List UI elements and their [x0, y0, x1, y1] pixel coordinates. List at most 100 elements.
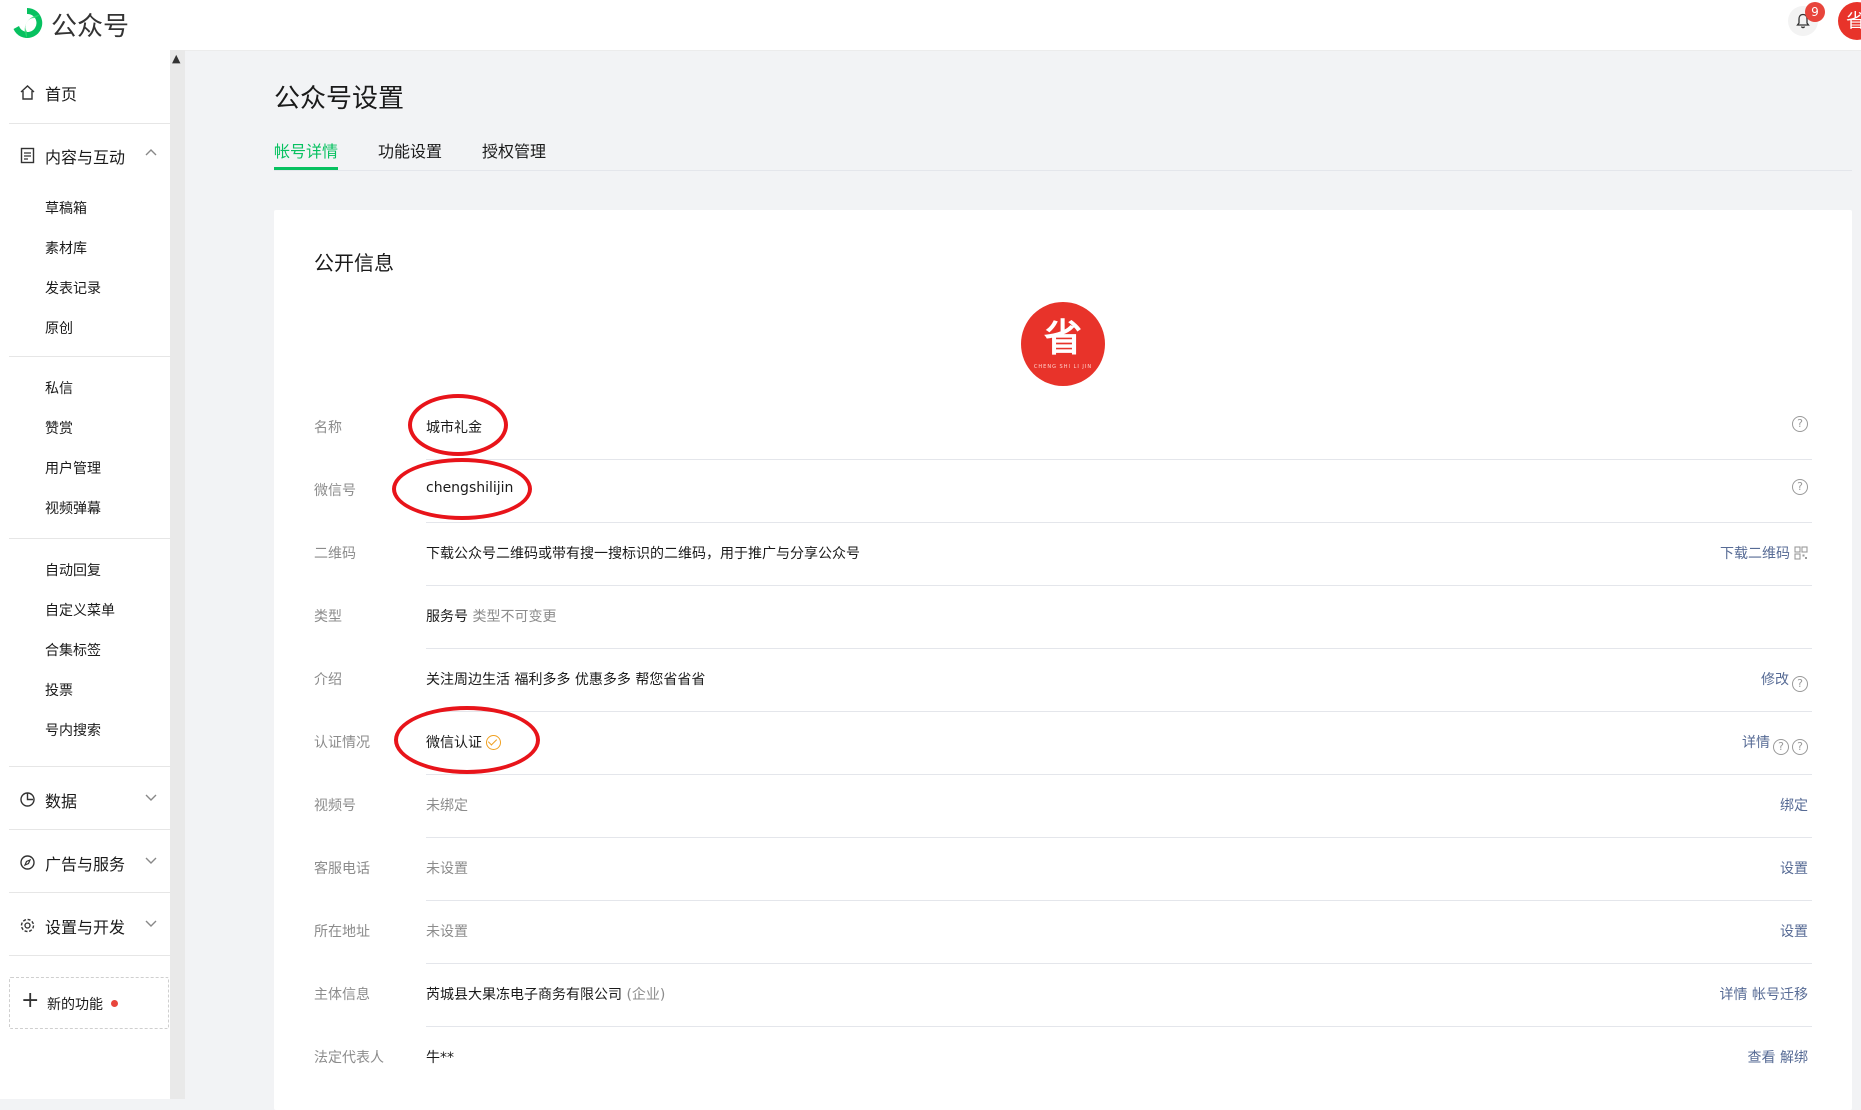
verification-text: 微信认证	[426, 735, 482, 751]
field-label: 认证情况	[314, 735, 370, 751]
legal-rep-actions: 查看 解绑	[1748, 1047, 1808, 1067]
sidebar-group-content[interactable]: 内容与互动	[0, 135, 170, 175]
tab-account-details[interactable]: 帐号详情	[274, 138, 338, 162]
row-address: 所在地址 未设置 设置	[314, 901, 1812, 964]
sidebar-item-video-danmaku[interactable]: 视频弹幕	[45, 498, 101, 518]
wechat-id-value: chengshilijin	[426, 480, 514, 496]
verification-value: 微信认证	[426, 732, 501, 752]
entity-details-link[interactable]: 详情	[1720, 987, 1748, 1003]
sidebar-item-label: 首页	[45, 85, 78, 104]
edit-label: 修改	[1761, 672, 1789, 688]
divider	[9, 892, 170, 893]
unbind-link[interactable]: 解绑	[1780, 1050, 1808, 1066]
set-address-link[interactable]: 设置	[1780, 921, 1808, 941]
row-wechat-id: 微信号 chengshilijin ?	[314, 460, 1812, 523]
section-title: 公开信息	[314, 251, 394, 275]
sidebar-item-publish-records[interactable]: 发表记录	[45, 278, 101, 298]
qrcode-icon	[1794, 546, 1808, 560]
row-qrcode: 二维码 下载公众号二维码或带有搜一搜标识的二维码，用于推广与分享公众号 下载二维…	[314, 523, 1812, 586]
download-qrcode-link[interactable]: 下载二维码	[1720, 543, 1808, 563]
tab-feature-settings[interactable]: 功能设置	[378, 138, 442, 162]
sidebar: 首页 内容与互动 草稿箱 素材库 发表记录 原创 私信 赞赏 用户管理 视频弹幕…	[0, 50, 185, 1099]
field-label: 主体信息	[314, 987, 370, 1003]
field-label: 客服电话	[314, 861, 370, 877]
sidebar-item-collection-tags[interactable]: 合集标签	[45, 640, 101, 660]
legal-rep-value: 牛**	[426, 1050, 454, 1066]
help-icon[interactable]: ?	[1792, 416, 1808, 432]
sidebar-item-original[interactable]: 原创	[45, 318, 73, 338]
document-icon	[20, 147, 35, 164]
public-info-card: 公开信息 省 CHENG SHI LI JIN 名称 城市礼金 ? 微信号 ch…	[274, 210, 1852, 1110]
help-icon[interactable]: ?	[1792, 479, 1808, 495]
channels-value: 未绑定	[426, 798, 468, 814]
verified-check-icon	[486, 735, 501, 750]
divider	[9, 356, 170, 357]
new-features-button[interactable]: + 新的功能	[9, 977, 169, 1029]
field-label: 微信号	[314, 483, 356, 499]
sidebar-group-data[interactable]: 数据	[0, 779, 170, 819]
sidebar-item-auto-reply[interactable]: 自动回复	[45, 560, 101, 580]
sidebar-item-label: 内容与互动	[45, 148, 126, 167]
sidebar-item-custom-menu[interactable]: 自定义菜单	[45, 600, 115, 620]
verification-details-link[interactable]: 详情??	[1742, 732, 1808, 755]
gear-icon	[20, 918, 35, 933]
tab-authorization[interactable]: 授权管理	[482, 138, 546, 162]
divider	[9, 538, 170, 539]
row-intro: 介绍 关注周边生活 福利多多 优惠多多 帮您省省省 修改?	[314, 649, 1812, 712]
active-tab-indicator	[274, 167, 338, 170]
sidebar-item-drafts[interactable]: 草稿箱	[45, 198, 87, 218]
new-dot-badge	[111, 1000, 118, 1007]
row-legal-rep: 法定代表人 牛** 查看 解绑	[314, 1027, 1812, 1090]
bind-channels-link[interactable]: 绑定	[1780, 795, 1808, 815]
pie-chart-icon	[20, 792, 35, 807]
sidebar-item-messages[interactable]: 私信	[45, 378, 73, 398]
field-label: 名称	[314, 420, 342, 436]
divider	[9, 829, 170, 830]
field-label: 类型	[314, 609, 342, 625]
row-channels: 视频号 未绑定 绑定	[314, 775, 1812, 838]
account-avatar-large[interactable]: 省 CHENG SHI LI JIN	[1021, 302, 1105, 386]
details-label: 详情	[1742, 735, 1770, 751]
scroll-up-arrow-icon[interactable]: ▲	[172, 52, 180, 65]
help-icon[interactable]: ?	[1773, 739, 1789, 755]
divider	[9, 766, 170, 767]
sidebar-item-in-account-search[interactable]: 号内搜索	[45, 720, 101, 740]
edit-intro-link[interactable]: 修改?	[1761, 669, 1808, 692]
home-icon	[20, 85, 35, 100]
sidebar-group-ads[interactable]: 广告与服务	[0, 842, 170, 882]
row-entity: 主体信息 芮城县大果冻电子商务有限公司 (企业) 详情 帐号迁移	[314, 964, 1812, 1027]
chevron-down-icon	[145, 920, 157, 927]
set-phone-link[interactable]: 设置	[1780, 858, 1808, 878]
sidebar-item-voting[interactable]: 投票	[45, 680, 73, 700]
entity-note: (企业)	[626, 987, 666, 1003]
intro-value: 关注周边生活 福利多多 优惠多多 帮您省省省	[426, 672, 706, 688]
sidebar-item-user-management[interactable]: 用户管理	[45, 458, 101, 478]
field-label: 视频号	[314, 798, 356, 814]
divider	[9, 123, 170, 124]
help-icon[interactable]: ?	[1792, 676, 1808, 692]
phone-value: 未设置	[426, 861, 468, 877]
sidebar-item-label: 广告与服务	[45, 855, 126, 874]
new-features-label: 新的功能	[47, 997, 103, 1013]
sidebar-group-settings[interactable]: 设置与开发	[0, 905, 170, 945]
wechat-official-logo-icon[interactable]	[9, 5, 45, 41]
account-migration-link[interactable]: 帐号迁移	[1752, 987, 1808, 1003]
row-phone: 客服电话 未设置 设置	[314, 838, 1812, 901]
entity-actions: 详情 帐号迁移	[1720, 984, 1808, 1004]
tab-bar: 帐号详情 功能设置 授权管理	[274, 138, 1852, 171]
sidebar-item-rewards[interactable]: 赞赏	[45, 418, 73, 438]
avatar-subtext: CHENG SHI LI JIN	[1033, 364, 1093, 370]
name-value: 城市礼金	[426, 420, 482, 436]
field-label: 法定代表人	[314, 1050, 384, 1066]
sidebar-item-materials[interactable]: 素材库	[45, 238, 87, 258]
chevron-down-icon	[145, 794, 157, 801]
entity-name: 芮城县大果冻电子商务有限公司	[426, 987, 622, 1003]
notification-badge: 9	[1805, 2, 1825, 22]
view-link[interactable]: 查看	[1748, 1050, 1776, 1066]
compass-icon	[20, 855, 35, 870]
sidebar-item-home[interactable]: 首页	[0, 72, 170, 112]
help-icon[interactable]: ?	[1792, 739, 1808, 755]
sidebar-item-label: 数据	[45, 792, 78, 811]
account-avatar[interactable]: 省	[1838, 2, 1861, 40]
sidebar-scrollbar[interactable]	[170, 50, 185, 1099]
